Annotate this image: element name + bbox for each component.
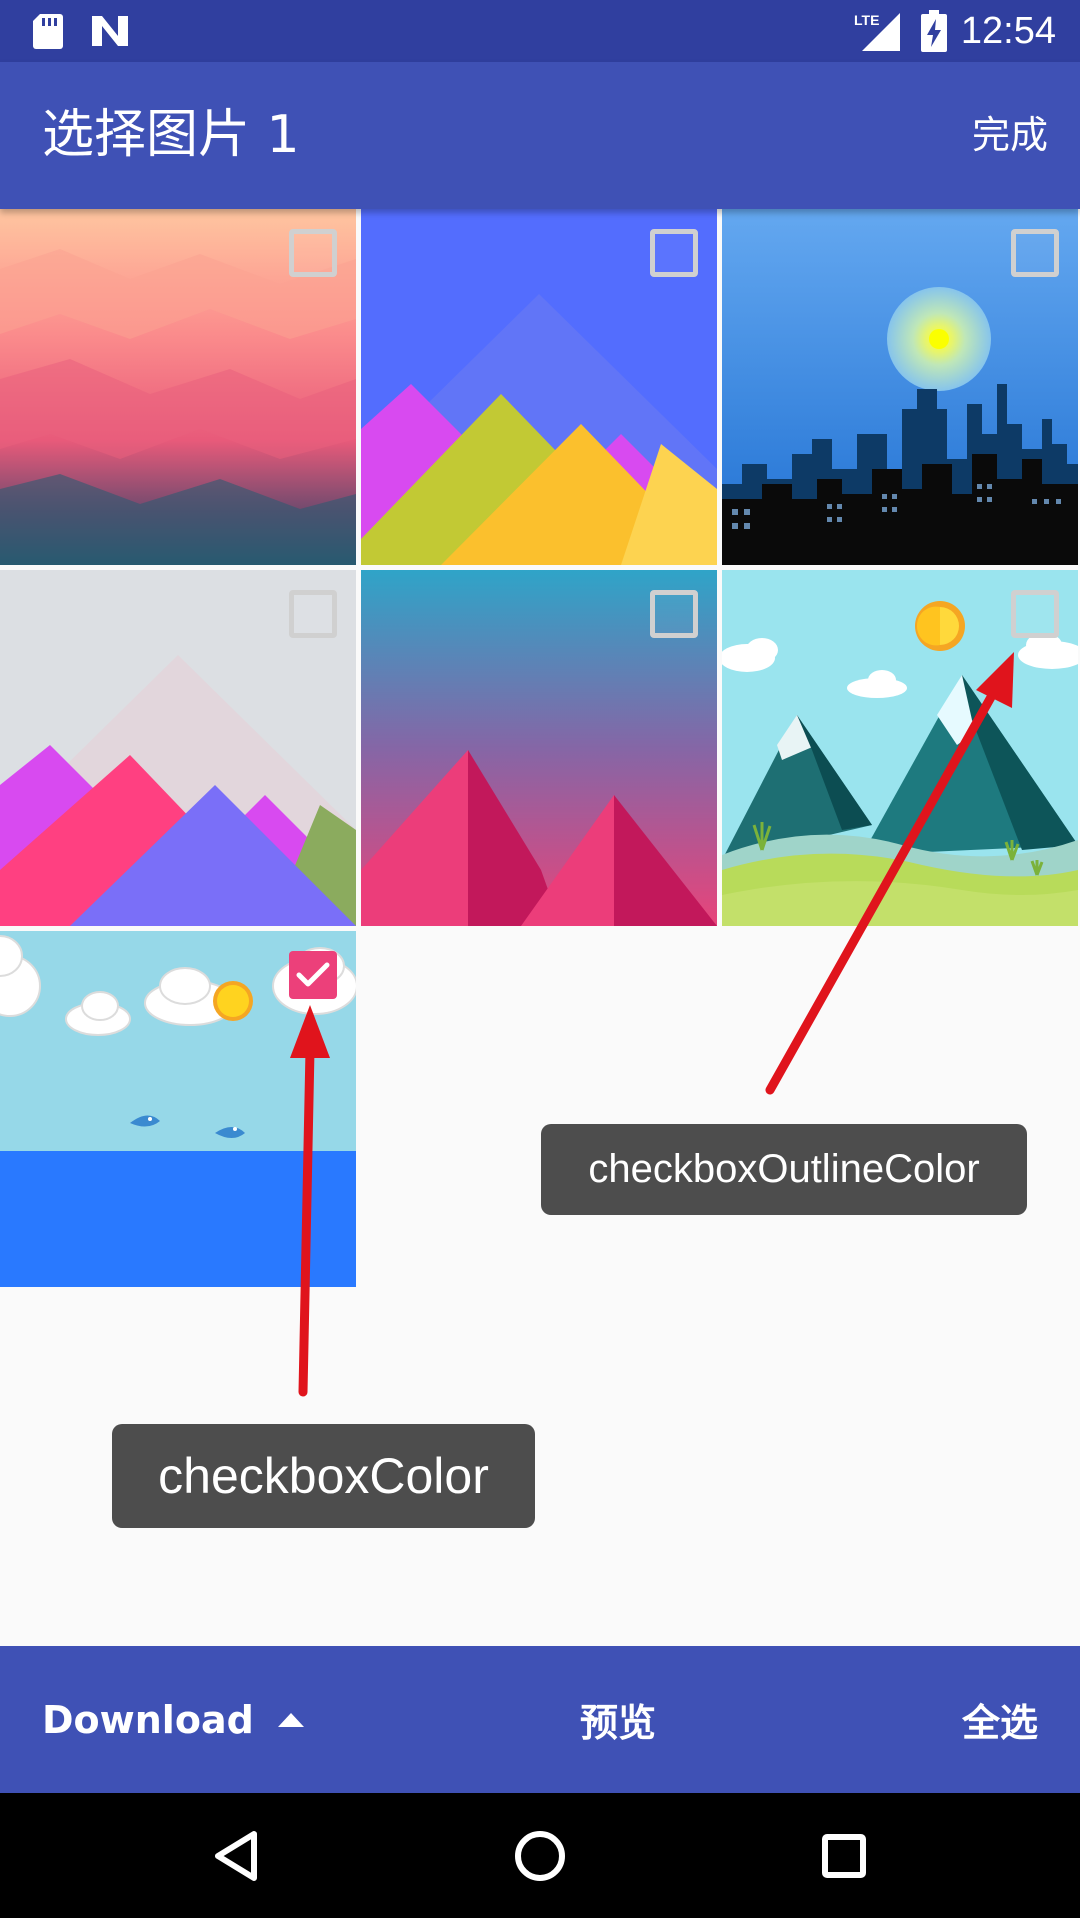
home-circle-icon [515, 1830, 565, 1881]
photo-checkbox[interactable] [289, 590, 337, 638]
svg-text:LTE: LTE [854, 12, 879, 28]
clock: 12:54 [960, 10, 1056, 52]
photo-tile-city-skyline[interactable] [722, 209, 1078, 565]
preview-button[interactable]: 预览 [580, 1646, 656, 1793]
folder-selector[interactable]: Download [42, 1646, 306, 1793]
photo-checkbox[interactable] [289, 229, 337, 277]
annotation-outline-color: checkboxOutlineColor [541, 1124, 1027, 1215]
select-all-button[interactable]: 全选 [962, 1646, 1038, 1793]
sd-card-icon [30, 0, 66, 62]
recents-button[interactable] [784, 1793, 904, 1918]
photo-picker-screen: LTE 12:54 选择图片 1 完成 checkboxOutlineColor… [0, 0, 1080, 1918]
photo-checkbox[interactable] [650, 229, 698, 277]
annotation-checkbox-color: checkboxColor [112, 1424, 535, 1528]
photo-checkbox-checked[interactable] [289, 951, 337, 999]
photo-tile-sky-sea[interactable] [0, 931, 356, 1287]
photo-tile-blue-mountains[interactable] [361, 209, 717, 565]
page-title: 选择图片 1 [42, 105, 300, 165]
photo-checkbox[interactable] [1011, 229, 1059, 277]
back-triangle-icon [215, 1830, 257, 1881]
battery-charging-icon [920, 0, 948, 62]
checkmark-icon [296, 962, 330, 987]
photo-tile-pink-pyramids[interactable] [361, 570, 717, 926]
n-logo-icon [88, 0, 132, 62]
status-bar: LTE 12:54 [0, 0, 1080, 62]
app-bar: 选择图片 1 完成 [0, 62, 1080, 209]
photo-tile-pink-polygon[interactable] [0, 209, 356, 565]
bottom-bar: Download 预览 全选 [0, 1646, 1080, 1793]
back-button[interactable] [176, 1793, 296, 1918]
lte-signal-icon: LTE [852, 0, 902, 62]
done-button[interactable]: 完成 [972, 62, 1048, 209]
arrow-up-icon [277, 1712, 304, 1727]
photo-tile-grey-mountains[interactable] [0, 570, 356, 926]
photo-checkbox[interactable] [650, 590, 698, 638]
system-nav-bar [0, 1793, 1080, 1918]
folder-label: Download [42, 1697, 254, 1742]
photo-checkbox[interactable] [1011, 590, 1059, 638]
home-button[interactable] [480, 1793, 600, 1918]
recents-square-icon [822, 1833, 866, 1878]
photo-tile-snowy-mountains[interactable] [722, 570, 1078, 926]
